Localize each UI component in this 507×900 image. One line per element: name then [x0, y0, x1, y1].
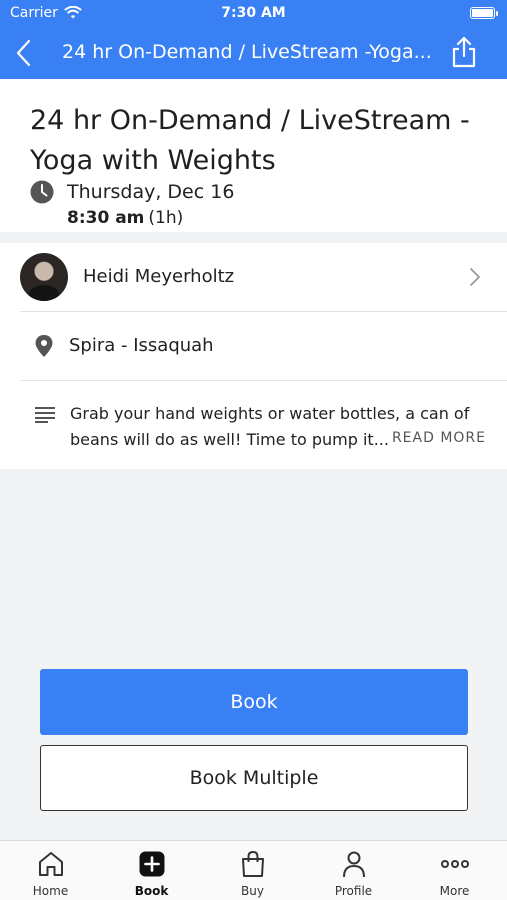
home-icon	[39, 852, 63, 876]
battery-icon	[470, 7, 498, 19]
shopping-bag-icon	[242, 850, 264, 877]
book-multiple-button[interactable]: Book Multiple	[40, 745, 468, 811]
start-time: 8:30 am	[67, 208, 145, 228]
duration: (1h)	[148, 208, 184, 228]
clock-icon	[30, 180, 54, 204]
instructor-name: Heidi Meyerholtz	[83, 266, 235, 287]
status-time: 7:30 AM	[221, 5, 286, 21]
tab-book[interactable]: Book	[101, 841, 202, 900]
location-row: Spira - Issaquah	[20, 312, 507, 381]
navigation-bar: 24 hr On-Demand / LiveStream -Yoga...	[0, 28, 507, 79]
tab-home[interactable]: Home	[0, 841, 101, 900]
read-more-link[interactable]: READ MORE	[392, 430, 486, 446]
person-icon	[343, 851, 365, 878]
tab-buy-label: Buy	[241, 884, 264, 898]
class-details: Heidi Meyerholtz Spira - Issaquah Grab y…	[0, 243, 507, 469]
tab-more[interactable]: More	[404, 841, 505, 900]
tab-buy[interactable]: Buy	[202, 841, 303, 900]
class-time: 8:30 am (1h)	[67, 208, 183, 228]
instructor-row[interactable]: Heidi Meyerholtz	[20, 243, 507, 312]
tab-book-label: Book	[134, 884, 169, 898]
class-title: 24 hr On-Demand / LiveStream -Yoga with …	[30, 105, 470, 176]
chevron-right-icon	[470, 268, 481, 286]
more-dots-icon	[441, 860, 469, 868]
avatar	[20, 253, 68, 301]
tab-home-label: Home	[32, 884, 69, 898]
back-chevron-icon[interactable]	[10, 38, 40, 68]
tab-bar: Home Book Buy Profile More	[0, 840, 507, 900]
plus-square-icon	[139, 851, 165, 877]
class-header: 24 hr On-Demand / LiveStream -Yoga with …	[0, 79, 507, 232]
description-icon	[35, 407, 55, 423]
nav-title: 24 hr On-Demand / LiveStream -Yoga...	[62, 41, 432, 63]
status-bar: Carrier 7:30 AM	[0, 0, 507, 28]
tab-profile-label: Profile	[334, 884, 373, 898]
location-pin-icon	[35, 335, 53, 357]
top-bar: Carrier 7:30 AM 24 hr On-Demand / LiveSt…	[0, 0, 507, 79]
location-name: Spira - Issaquah	[69, 335, 214, 356]
tab-more-label: More	[439, 884, 470, 898]
tab-profile[interactable]: Profile	[303, 841, 404, 900]
book-button[interactable]: Book	[40, 669, 468, 735]
share-icon[interactable]	[449, 35, 479, 69]
class-date: Thursday, Dec 16	[67, 181, 235, 203]
